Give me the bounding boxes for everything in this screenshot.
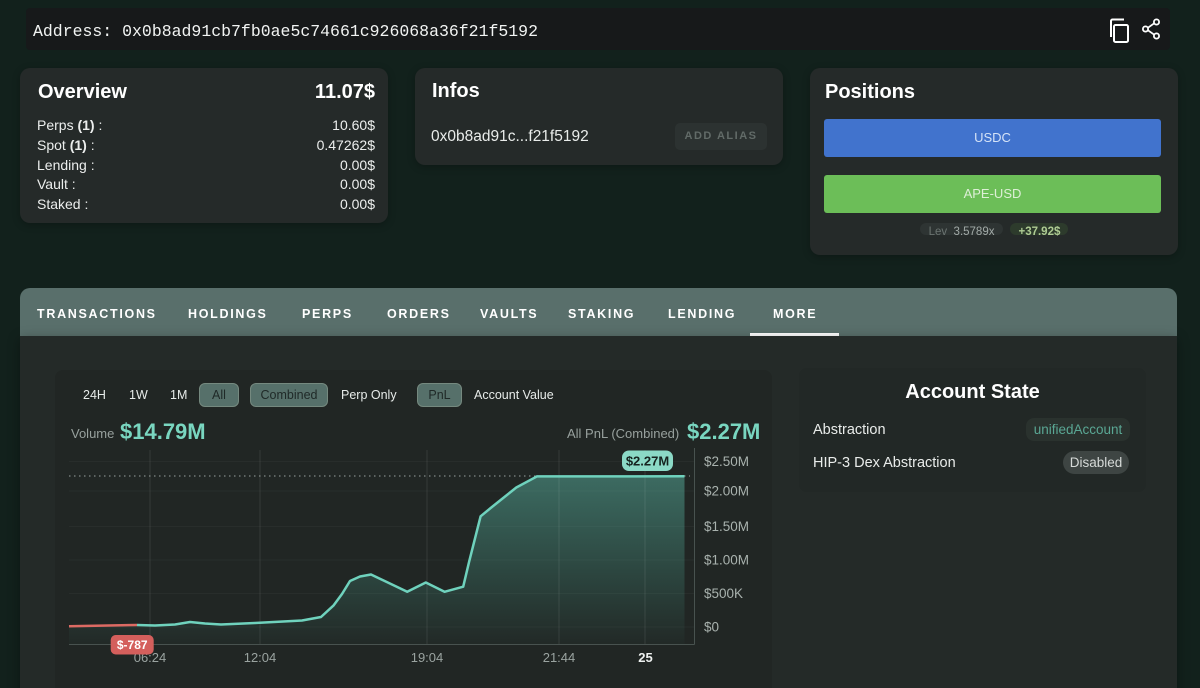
svg-text:$2.50M: $2.50M xyxy=(704,454,749,469)
svg-text:$1.50M: $1.50M xyxy=(704,519,749,534)
svg-text:12:04: 12:04 xyxy=(244,650,277,665)
svg-text:$2.27M: $2.27M xyxy=(626,454,669,469)
svg-text:$0: $0 xyxy=(704,620,719,635)
svg-text:$500K: $500K xyxy=(704,586,743,601)
svg-text:$1.00M: $1.00M xyxy=(704,553,749,568)
svg-text:25: 25 xyxy=(638,650,652,665)
svg-text:21:44: 21:44 xyxy=(543,650,576,665)
svg-text:$2.00M: $2.00M xyxy=(704,484,749,499)
svg-text:19:04: 19:04 xyxy=(411,650,444,665)
svg-text:$-787: $-787 xyxy=(117,638,148,652)
